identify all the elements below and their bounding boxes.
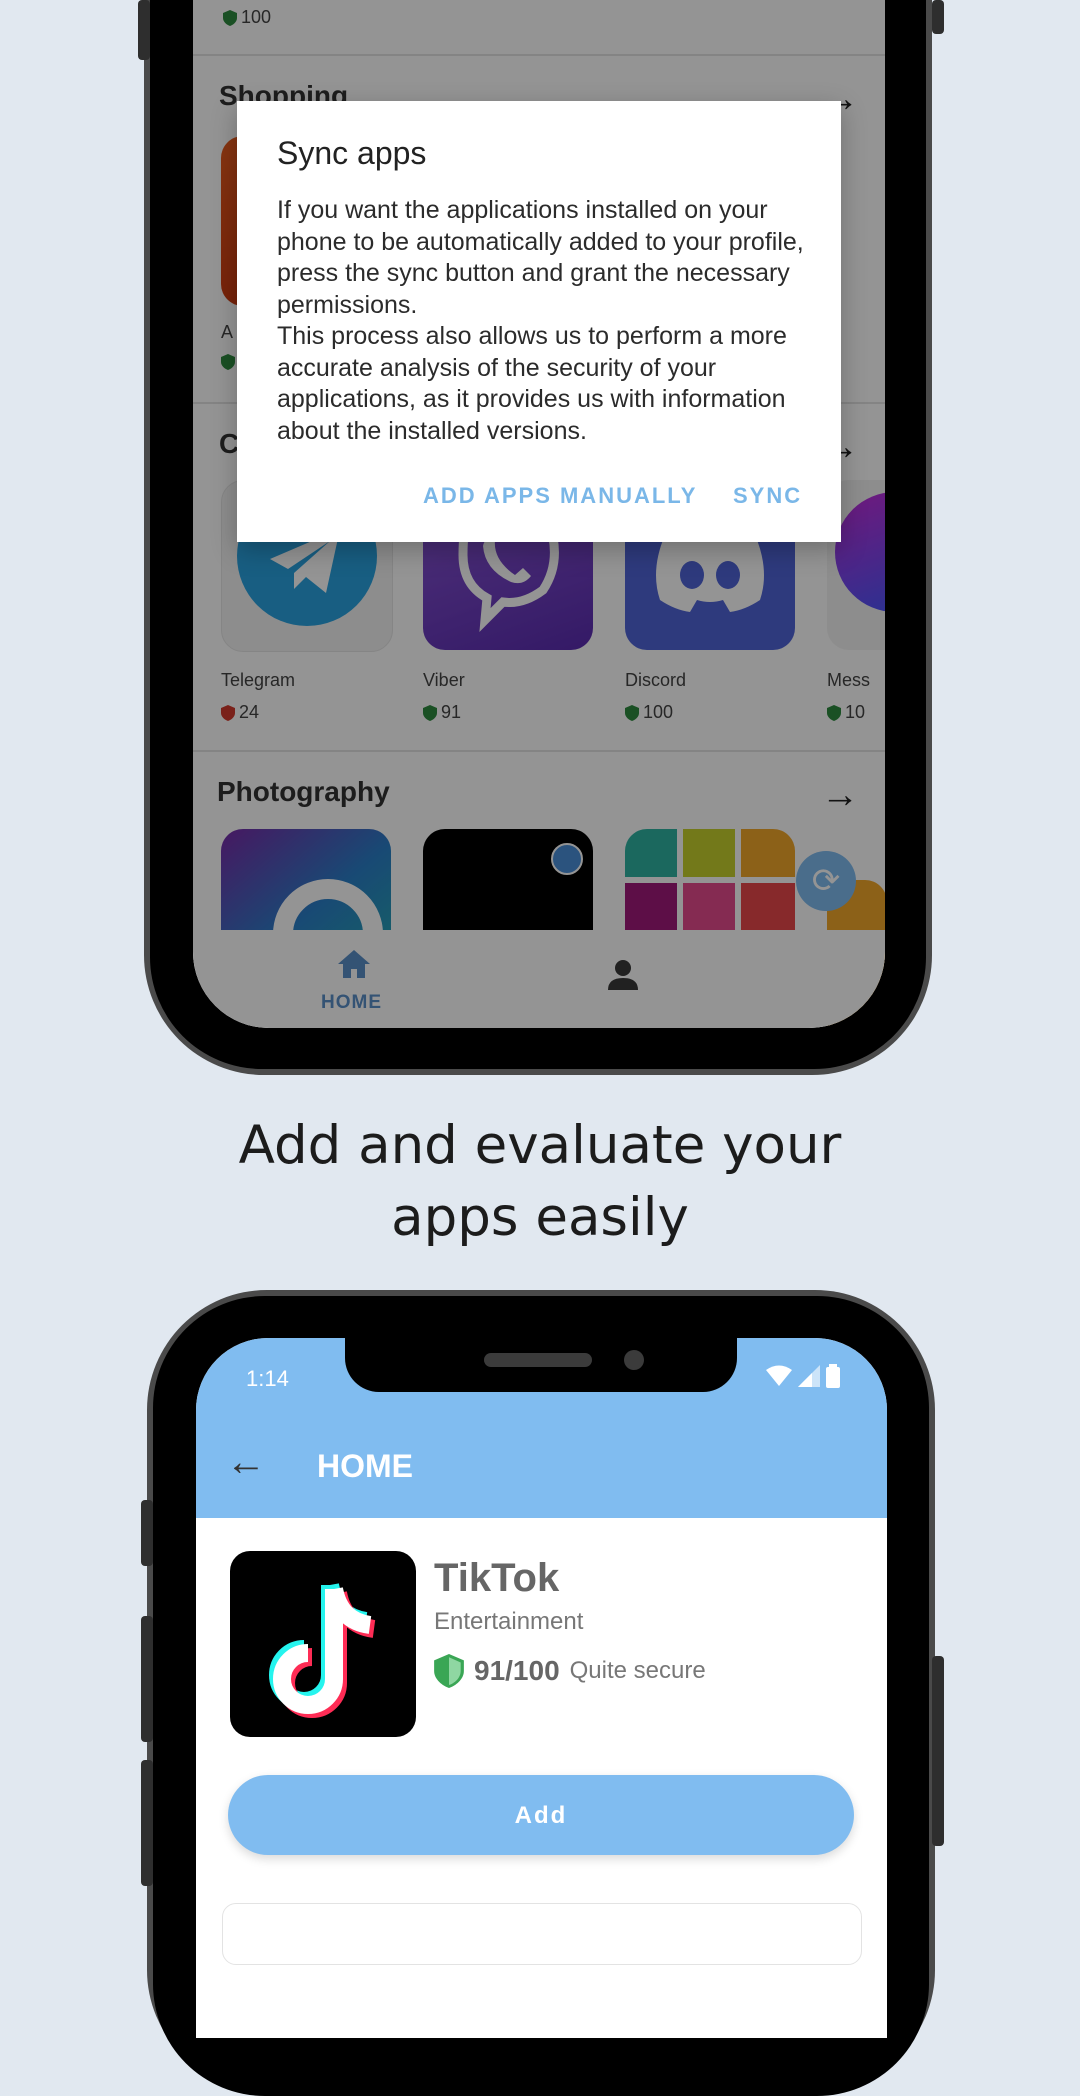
sync-apps-dialog: Sync apps If you want the applications i… xyxy=(237,101,841,542)
sync-button[interactable]: SYNC xyxy=(733,483,802,509)
dialog-title: Sync apps xyxy=(277,135,427,171)
tiktok-app-icon xyxy=(230,1551,416,1737)
speaker xyxy=(484,1353,592,1367)
caption-text: Add and evaluate your apps easily xyxy=(238,1115,842,1248)
bottom-phone-screen: 1:14 ← HOME TikTok Entertainment 91/100 … xyxy=(196,1338,887,2038)
battery-icon xyxy=(826,1364,840,1388)
score-label: Quite secure xyxy=(569,1657,706,1684)
wifi-icon xyxy=(766,1365,792,1386)
phone-side-button xyxy=(932,0,944,34)
appbar-title: HOME xyxy=(317,1448,413,1484)
back-arrow-icon[interactable]: ← xyxy=(226,1442,266,1482)
app-title: TikTok xyxy=(434,1556,560,1600)
app-category: Entertainment xyxy=(434,1608,584,1635)
score-value: 91/100 xyxy=(474,1655,560,1686)
info-card xyxy=(222,1903,862,1965)
tiktok-logo-icon xyxy=(269,1582,376,1718)
front-camera xyxy=(624,1350,644,1370)
phone-side-button xyxy=(141,1616,153,1742)
shield-icon xyxy=(434,1654,464,1688)
phone-side-button xyxy=(141,1760,153,1886)
phone-notch xyxy=(345,1338,737,1392)
status-time: 1:14 xyxy=(246,1366,289,1391)
add-app-button[interactable]: Add xyxy=(228,1775,854,1855)
status-icons xyxy=(766,1364,840,1388)
promo-caption: Add and evaluate your apps easily xyxy=(0,1110,1080,1254)
signal-icon xyxy=(798,1365,820,1387)
phone-side-button xyxy=(138,0,150,60)
phone-side-button xyxy=(141,1500,153,1566)
add-apps-manually-button[interactable]: ADD APPS MANUALLY xyxy=(423,483,697,509)
dialog-body: If you want the applications installed o… xyxy=(277,196,804,445)
app-security-score: 91/100 Quite secure xyxy=(434,1654,706,1688)
phone-side-button xyxy=(932,1656,944,1846)
